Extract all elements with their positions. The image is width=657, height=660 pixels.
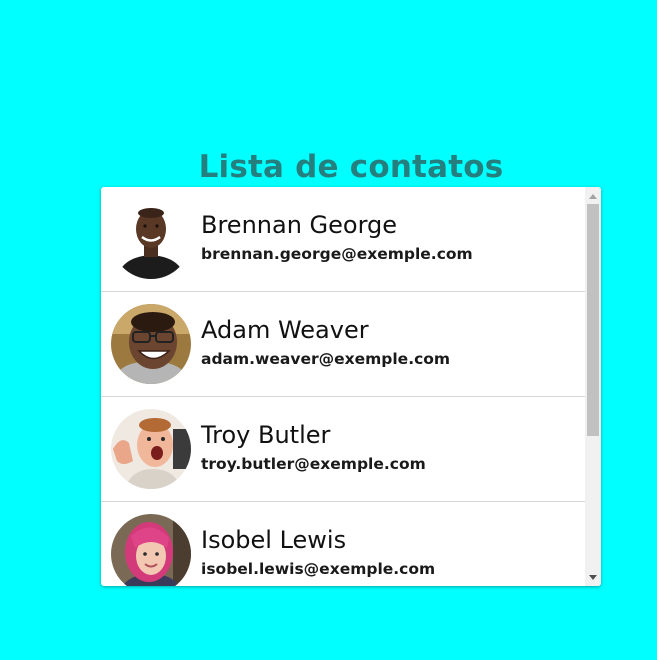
- avatar: [111, 409, 191, 489]
- avatar: [111, 199, 191, 279]
- contact-email: adam.weaver@exemple.com: [201, 350, 451, 368]
- avatar: [111, 304, 191, 384]
- scroll-up-arrow-icon[interactable]: [585, 189, 601, 203]
- scroll-down-arrow-icon[interactable]: [585, 570, 601, 584]
- contact-item[interactable]: Troy Butler troy.butler@exemple.com: [101, 397, 585, 502]
- contact-name: Adam Weaver: [201, 316, 369, 344]
- contact-name: Brennan George: [201, 211, 398, 239]
- vertical-scrollbar[interactable]: [585, 187, 601, 586]
- contact-list-panel: Brennan George brennan.george@exemple.co…: [101, 187, 601, 586]
- contact-item[interactable]: Adam Weaver adam.weaver@exemple.com: [101, 292, 585, 397]
- avatar: [111, 514, 191, 586]
- scrollbar-thumb[interactable]: [587, 204, 599, 436]
- contact-list[interactable]: Brennan George brennan.george@exemple.co…: [101, 187, 585, 586]
- contact-name: Troy Butler: [201, 421, 331, 449]
- contact-item[interactable]: Isobel Lewis isobel.lewis@exemple.com: [101, 502, 585, 586]
- contact-email: brennan.george@exemple.com: [201, 245, 473, 263]
- contact-email: isobel.lewis@exemple.com: [201, 560, 436, 578]
- contact-email: troy.butler@exemple.com: [201, 455, 426, 473]
- page: Lista de contatos Brennan George brennan…: [0, 0, 657, 660]
- contact-item[interactable]: Brennan George brennan.george@exemple.co…: [101, 187, 585, 292]
- page-title: Lista de contatos: [198, 149, 504, 185]
- contact-name: Isobel Lewis: [201, 526, 347, 554]
